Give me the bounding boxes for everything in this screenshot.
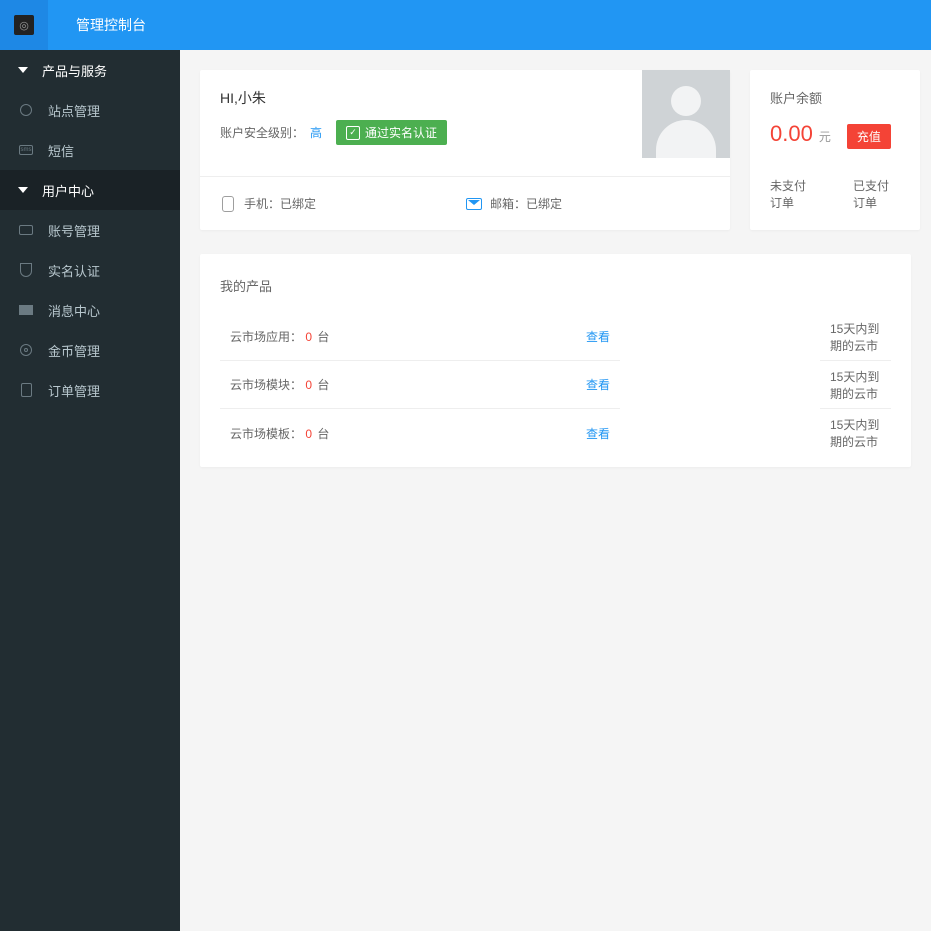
- product-count: 0: [305, 330, 312, 344]
- caret-down-icon: [18, 187, 28, 193]
- product-name: 云市场应用：: [230, 330, 302, 344]
- logo-icon: ◎: [14, 15, 34, 35]
- sidebar-group-label: 用户中心: [42, 181, 94, 200]
- email-binding: 邮箱：已绑定: [466, 195, 562, 212]
- verified-label: 通过实名认证: [365, 124, 437, 141]
- balance-amount: 0.00: [770, 121, 813, 147]
- topbar: ◎ 管理控制台: [0, 0, 931, 50]
- product-unit: 台: [317, 378, 329, 392]
- sidebar-item-orders[interactable]: 订单管理: [0, 370, 180, 410]
- products-title: 我的产品: [220, 276, 891, 295]
- sidebar-item-coin[interactable]: 金币管理: [0, 330, 180, 370]
- expire-row: 15天内到期的云市: [820, 361, 891, 409]
- coin-icon: [18, 342, 34, 358]
- view-link[interactable]: 查看: [586, 376, 610, 393]
- product-name: 云市场模板：: [230, 427, 302, 441]
- expire-row: 15天内到期的云市: [820, 409, 891, 457]
- avatar: [642, 70, 730, 158]
- balance-card: 账户余额 0.00 元 充值 未支付订单 已支付订单: [750, 70, 920, 230]
- sms-icon: sms: [18, 142, 34, 158]
- sidebar-item-label: 消息中心: [48, 301, 100, 320]
- sidebar-item-label: 金币管理: [48, 341, 100, 360]
- product-count: 0: [305, 378, 312, 392]
- sidebar-item-label: 订单管理: [48, 381, 100, 400]
- product-count: 0: [305, 427, 312, 441]
- balance-unit: 元: [819, 128, 831, 145]
- sidebar-item-sms[interactable]: sms 短信: [0, 130, 180, 170]
- sidebar-item-site[interactable]: 站点管理: [0, 90, 180, 130]
- phone-binding: 手机：已绑定: [220, 195, 316, 212]
- recharge-button[interactable]: 充值: [847, 124, 891, 149]
- check-icon: ✓: [346, 126, 360, 140]
- sidebar-item-account[interactable]: 账号管理: [0, 210, 180, 250]
- main: HI,小朱 账户安全级别： 高 ✓ 通过实名认证: [180, 50, 931, 931]
- logo[interactable]: ◎: [0, 0, 48, 50]
- shield-icon: [18, 262, 34, 278]
- expire-label: 15天内到期的云市: [830, 416, 881, 450]
- expire-label: 15天内到期的云市: [830, 368, 881, 402]
- caret-down-icon: [18, 67, 28, 73]
- sidebar-group-user[interactable]: 用户中心: [0, 170, 180, 210]
- sidebar-item-label: 账号管理: [48, 221, 100, 240]
- product-unit: 台: [317, 427, 329, 441]
- phone-label: 手机：已绑定: [244, 195, 316, 212]
- sidebar-group-label: 产品与服务: [42, 61, 107, 80]
- products-card: 我的产品 云市场应用： 0 台 查看 云市场模块： 0 台: [200, 254, 911, 467]
- id-icon: [18, 222, 34, 238]
- product-row: 云市场模板： 0 台 查看: [220, 409, 620, 457]
- expire-row: 15天内到期的云市: [820, 313, 891, 361]
- cube-icon: [18, 102, 34, 118]
- product-row: 云市场应用： 0 台 查看: [220, 313, 620, 361]
- mail-icon: [466, 196, 482, 212]
- email-label: 邮箱：已绑定: [490, 195, 562, 212]
- mail-icon: [18, 302, 34, 318]
- paid-orders-link[interactable]: 已支付订单: [853, 177, 900, 211]
- greeting: HI,小朱: [220, 88, 642, 108]
- product-unit: 台: [317, 330, 329, 344]
- sidebar-item-label: 实名认证: [48, 261, 100, 280]
- product-name: 云市场模块：: [230, 378, 302, 392]
- sidebar-item-label: 站点管理: [48, 101, 100, 120]
- security-level: 高: [310, 124, 322, 141]
- product-row: 云市场模块： 0 台 查看: [220, 361, 620, 409]
- security-label: 账户安全级别：: [220, 124, 304, 141]
- sidebar-item-messages[interactable]: 消息中心: [0, 290, 180, 330]
- verified-badge: ✓ 通过实名认证: [336, 120, 447, 145]
- unpaid-orders-link[interactable]: 未支付订单: [770, 177, 817, 211]
- sidebar-item-verify[interactable]: 实名认证: [0, 250, 180, 290]
- balance-title: 账户余额: [770, 88, 900, 107]
- sidebar-item-label: 短信: [48, 141, 74, 160]
- view-link[interactable]: 查看: [586, 425, 610, 442]
- sidebar-group-products[interactable]: 产品与服务: [0, 50, 180, 90]
- expire-label: 15天内到期的云市: [830, 320, 881, 354]
- user-card: HI,小朱 账户安全级别： 高 ✓ 通过实名认证: [200, 70, 730, 230]
- phone-icon: [220, 196, 236, 212]
- sidebar: 产品与服务 站点管理 sms 短信 用户中心 账号管理 实名认证 消息中心: [0, 50, 180, 931]
- clipboard-icon: [18, 382, 34, 398]
- page-title: 管理控制台: [48, 15, 174, 35]
- view-link[interactable]: 查看: [586, 328, 610, 345]
